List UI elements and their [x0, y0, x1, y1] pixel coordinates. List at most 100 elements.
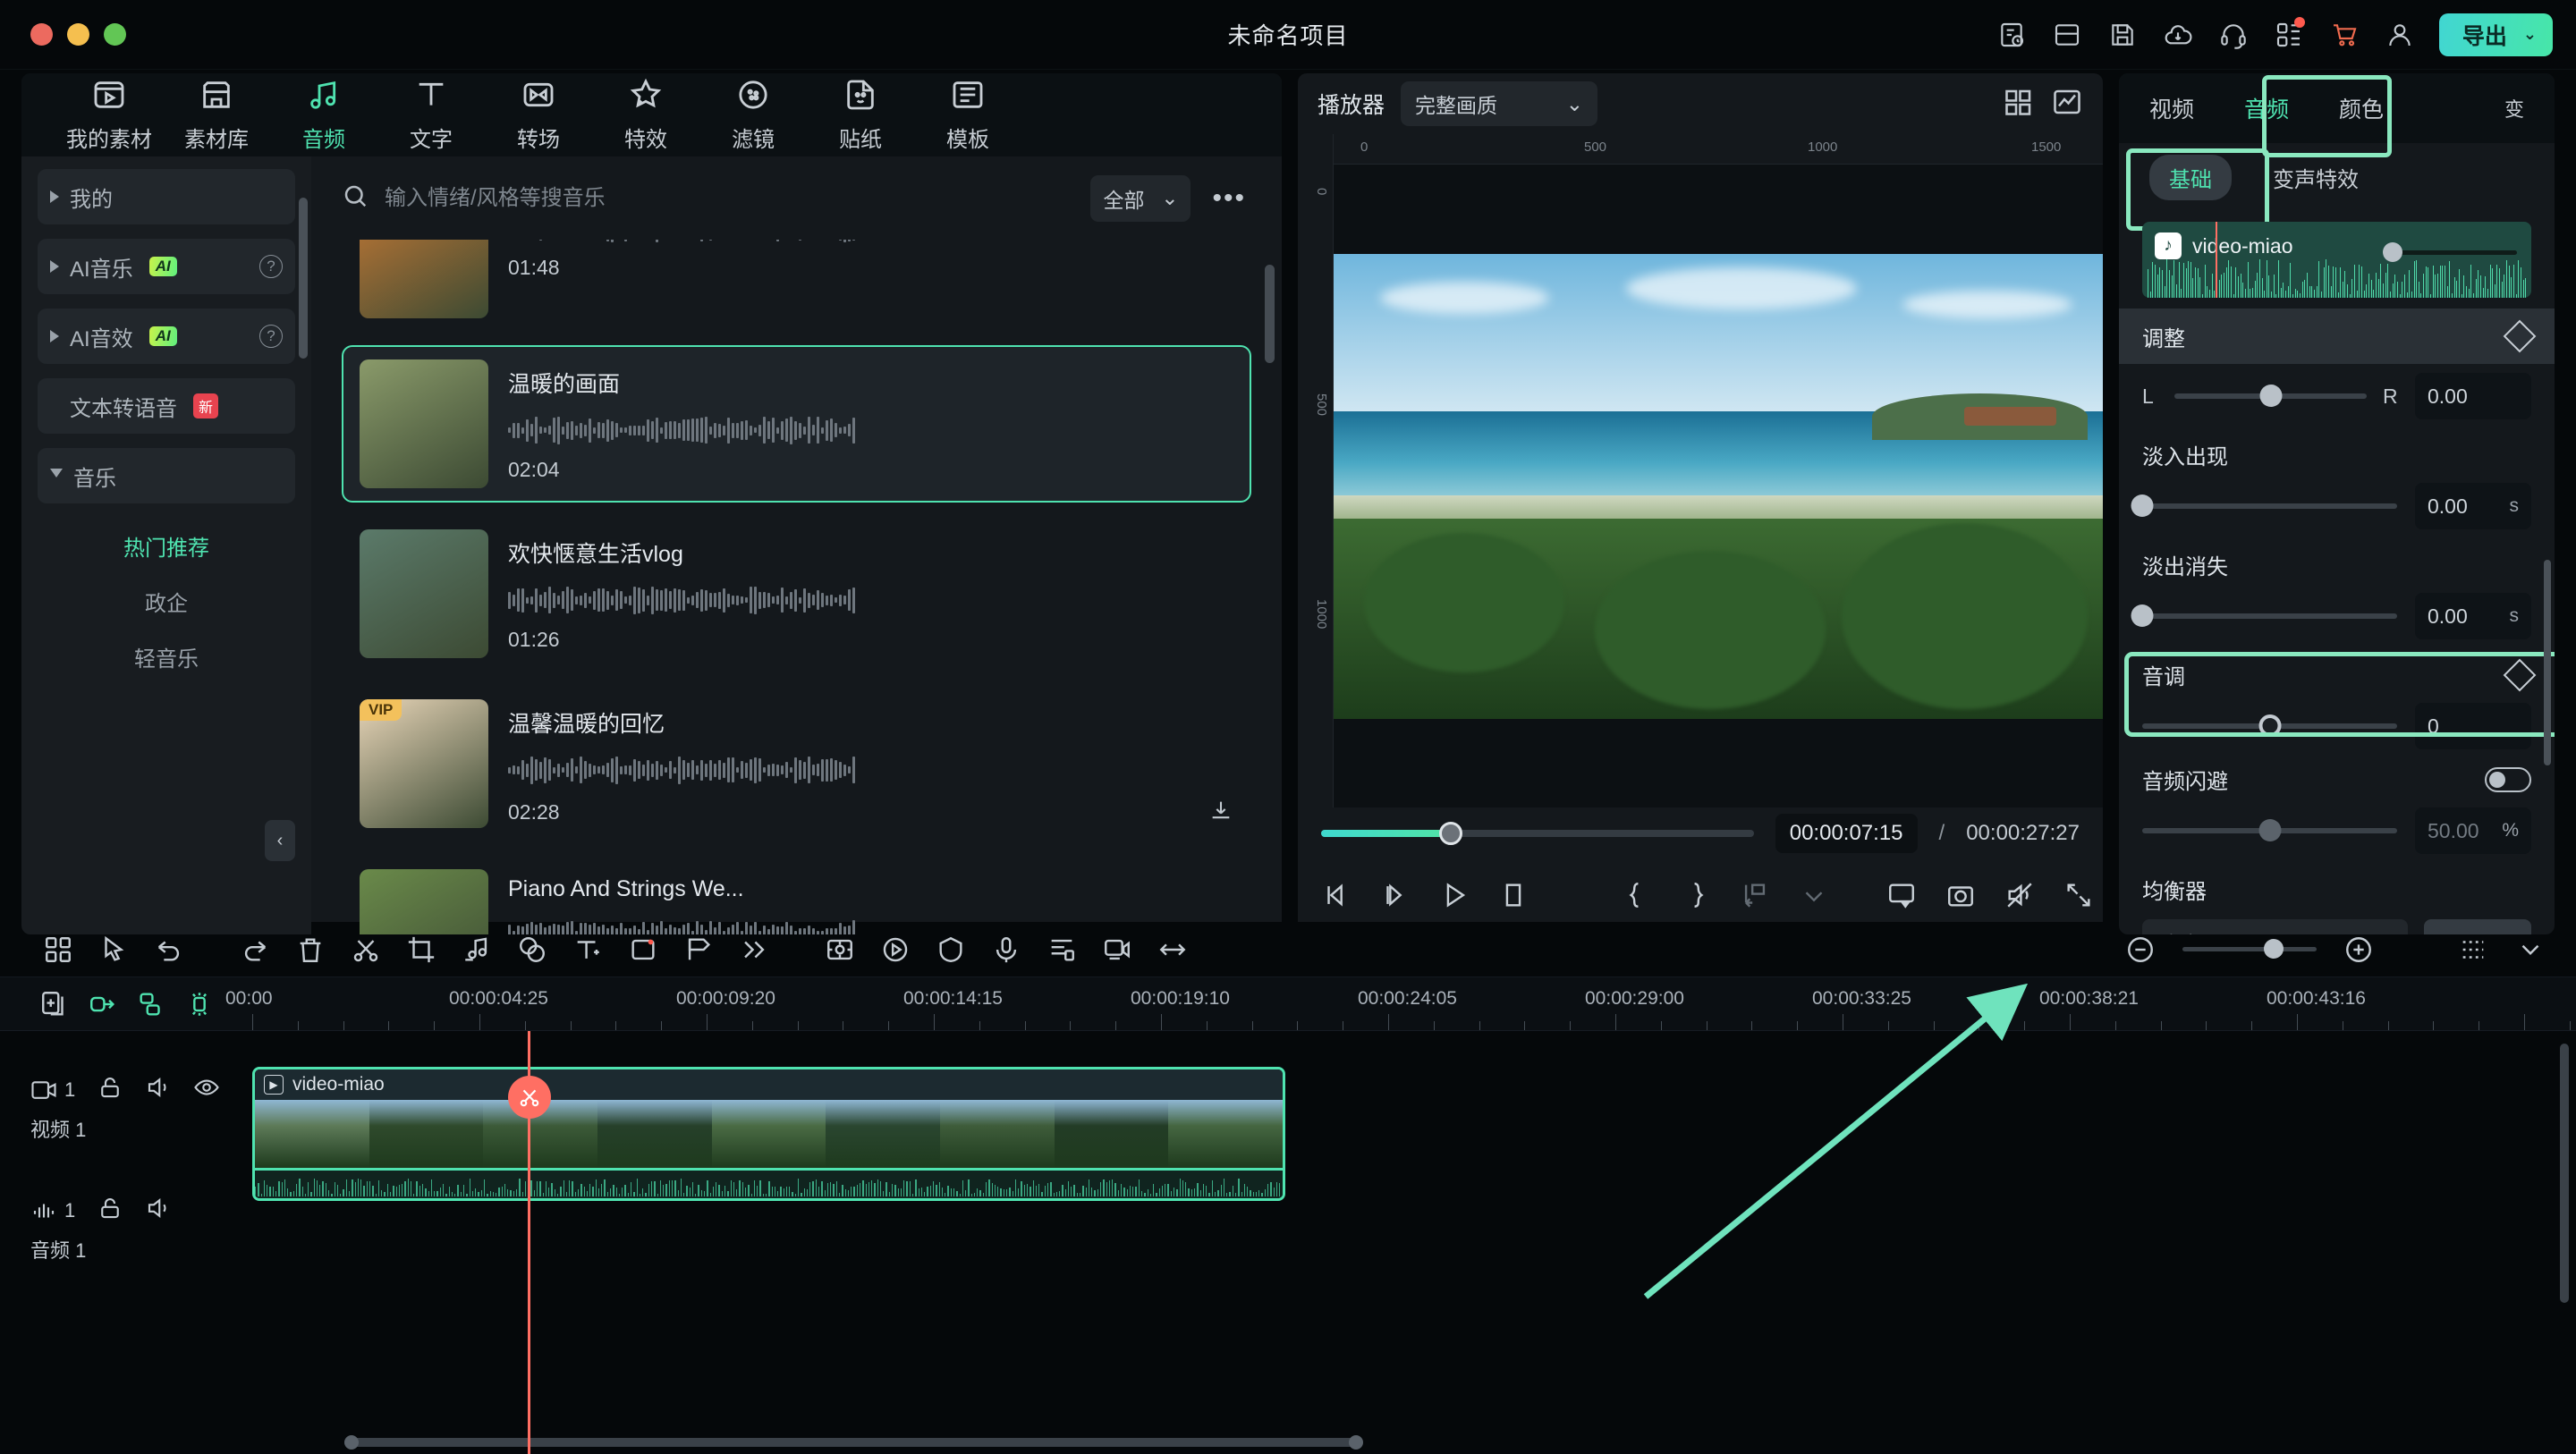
- export-button[interactable]: 导出 ⌄: [2438, 13, 2553, 56]
- add-track-icon[interactable]: [30, 982, 79, 1027]
- filter-select[interactable]: 全部 ⌄: [1090, 174, 1191, 222]
- category-scrollbar[interactable]: [299, 198, 308, 359]
- category-item-0[interactable]: 我的: [38, 169, 295, 224]
- music-item-3[interactable]: VIP 温馨温暖的回忆 02:28: [342, 685, 1251, 842]
- split-scissors-icon[interactable]: [508, 1076, 551, 1119]
- grid-view-icon[interactable]: [2003, 86, 2035, 123]
- music-item-0[interactable]: 01:48: [342, 240, 1251, 333]
- properties-tab-2[interactable]: 颜色: [2339, 92, 2384, 124]
- search-input[interactable]: [385, 185, 1075, 211]
- fade-in-slider[interactable]: [2131, 495, 2397, 517]
- display-mode-button[interactable]: [1886, 880, 1917, 915]
- music-item-1[interactable]: 温暖的画面 02:04: [342, 345, 1251, 503]
- marker-flash-icon[interactable]: [175, 982, 224, 1027]
- media-tab-8[interactable]: 模板: [914, 77, 1021, 153]
- media-tab-7[interactable]: 贴纸: [807, 77, 914, 153]
- timeline-horizontal-scrollbar[interactable]: [252, 1435, 2560, 1450]
- pitch-value[interactable]: 0: [2415, 703, 2531, 749]
- subcategory-item-2[interactable]: 轻音乐: [38, 629, 295, 684]
- lock-icon[interactable]: [97, 1195, 123, 1226]
- category-item-2[interactable]: AI音效 AI?: [38, 309, 295, 364]
- headset-support-icon[interactable]: [2217, 19, 2250, 51]
- equalizer-settings-button[interactable]: 设置: [2424, 919, 2531, 934]
- maximize-window-button[interactable]: [104, 23, 126, 46]
- prev-frame-button[interactable]: [1321, 880, 1352, 915]
- keyframe-diamond-icon[interactable]: [2503, 319, 2537, 353]
- download-icon[interactable]: [1208, 798, 1233, 827]
- save-icon[interactable]: [2106, 19, 2139, 51]
- close-window-button[interactable]: [30, 23, 53, 46]
- subcategory-item-0[interactable]: 热门推荐: [38, 518, 295, 573]
- cloud-upload-icon[interactable]: [2162, 19, 2194, 51]
- minimize-window-button[interactable]: [67, 23, 89, 46]
- lock-icon[interactable]: [97, 1074, 123, 1105]
- link-clip-icon[interactable]: [79, 982, 127, 1027]
- help-icon[interactable]: ?: [259, 255, 283, 278]
- fade-in-value[interactable]: 0.00 s: [2415, 483, 2531, 529]
- insert-button[interactable]: [1740, 880, 1770, 915]
- align-icon[interactable]: [127, 982, 175, 1027]
- collapse-panel-button[interactable]: ‹: [265, 820, 295, 861]
- timeline-clip-video-miao[interactable]: ▶ video-miao: [252, 1067, 1285, 1201]
- seek-knob[interactable]: [1439, 822, 1463, 845]
- clip-waveform-block[interactable]: ♪ video-miao: [2142, 222, 2531, 298]
- media-tab-5[interactable]: 特效: [592, 77, 699, 153]
- media-tab-0[interactable]: 我的素材: [55, 77, 163, 153]
- mark-in-button[interactable]: [1622, 880, 1652, 915]
- media-tab-1[interactable]: 素材库: [163, 77, 270, 153]
- layout-icon[interactable]: [2051, 19, 2083, 51]
- stop-button[interactable]: [1498, 880, 1529, 915]
- balance-slider[interactable]: [2174, 385, 2367, 407]
- timeline-vertical-scrollbar[interactable]: [2560, 1044, 2569, 1303]
- media-tab-4[interactable]: 转场: [485, 77, 592, 153]
- mute-button[interactable]: [2004, 880, 2035, 915]
- fade-out-value[interactable]: 0.00 s: [2415, 593, 2531, 639]
- pitch-keyframe-diamond-icon[interactable]: [2503, 658, 2537, 691]
- balance-value[interactable]: 0.00: [2415, 373, 2531, 419]
- equalizer-preset-select[interactable]: 默认 ⌄: [2142, 919, 2408, 934]
- fade-out-slider[interactable]: [2131, 604, 2397, 627]
- pitch-slider[interactable]: [2142, 714, 2397, 737]
- ducking-toggle[interactable]: [2485, 766, 2531, 792]
- fullscreen-button[interactable]: [2063, 880, 2094, 915]
- ducking-slider[interactable]: [2142, 819, 2397, 841]
- properties-subtab-0[interactable]: 基础: [2149, 154, 2232, 200]
- seek-slider[interactable]: [1321, 822, 1754, 845]
- eye-icon[interactable]: [193, 1074, 220, 1105]
- apps-grid-icon[interactable]: [2273, 16, 2305, 51]
- media-tab-2[interactable]: 音频: [270, 77, 377, 153]
- music-item-2[interactable]: 欢快惬意生活vlog 01:26: [342, 515, 1251, 672]
- music-list-scrollbar[interactable]: [1265, 265, 1275, 363]
- subcategory-item-1[interactable]: 政企: [38, 573, 295, 629]
- timeline-ruler[interactable]: 00:00 00:00:04:25 00:00:09:20 00:00:14:15 00…: [225, 977, 2576, 1030]
- properties-subtab-1[interactable]: 变声特效: [2253, 155, 2378, 200]
- properties-more-tab[interactable]: 变: [2504, 94, 2524, 123]
- next-frame-button[interactable]: [1380, 880, 1411, 915]
- video-preview[interactable]: [1334, 253, 2103, 719]
- chevron-down-icon[interactable]: ⌄: [2523, 25, 2537, 44]
- music-item-4[interactable]: Piano And Strings We...: [342, 855, 1251, 934]
- mute-icon[interactable]: [145, 1074, 172, 1105]
- help-icon[interactable]: ?: [259, 325, 283, 348]
- history-icon[interactable]: [1996, 19, 2028, 51]
- category-item-1[interactable]: AI音乐 AI?: [38, 239, 295, 294]
- properties-scrollbar[interactable]: [2544, 560, 2551, 765]
- window-controls[interactable]: [30, 23, 126, 46]
- properties-tab-1[interactable]: 音频: [2244, 92, 2289, 124]
- category-item-3[interactable]: 文本转语音新: [38, 378, 295, 434]
- mute-icon[interactable]: [145, 1195, 172, 1226]
- timeline-playhead[interactable]: [508, 1031, 551, 1454]
- account-icon[interactable]: [2384, 19, 2416, 51]
- properties-tab-0[interactable]: 视频: [2149, 92, 2194, 124]
- media-tab-6[interactable]: 滤镜: [699, 77, 807, 153]
- play-button[interactable]: [1439, 880, 1470, 915]
- ducking-value[interactable]: 50.00 %: [2415, 807, 2531, 854]
- waveform-view-icon[interactable]: [2051, 86, 2083, 123]
- clip-volume-slider[interactable]: [2383, 242, 2517, 262]
- insert-dropdown[interactable]: [1799, 880, 1829, 915]
- cart-icon[interactable]: [2328, 19, 2360, 51]
- search-box[interactable]: [342, 182, 1075, 214]
- mark-out-button[interactable]: [1681, 880, 1711, 915]
- quality-select[interactable]: 完整画质 ⌄: [1401, 81, 1598, 126]
- zoom-slider[interactable]: [2182, 939, 2317, 959]
